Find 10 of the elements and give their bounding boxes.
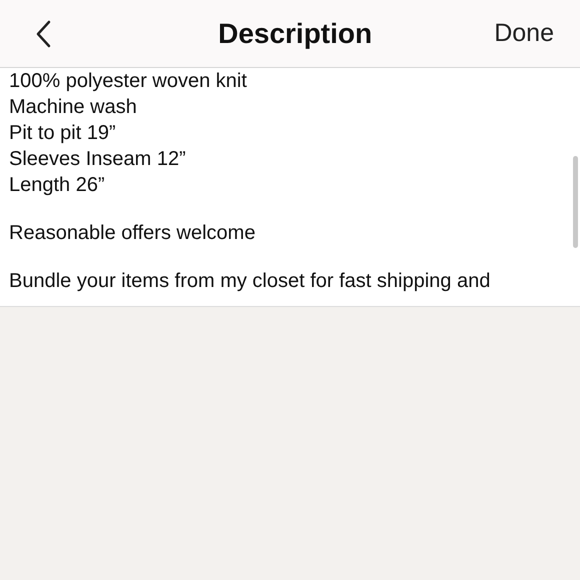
done-button[interactable]: Done bbox=[494, 14, 554, 52]
screen-title: Description bbox=[217, 16, 372, 51]
description-line: Bundle your items from my closet for fast shipping and bbox=[9, 269, 492, 294]
description-line: Sleeves Inseam 12” bbox=[9, 147, 187, 172]
description-line: Length 26” bbox=[9, 173, 106, 198]
description-line: Pit to pit 19” bbox=[9, 121, 117, 146]
back-chevron-icon bbox=[35, 20, 51, 48]
description-line: Machine wash bbox=[9, 95, 138, 120]
description-line: 100% polyester woven knit bbox=[9, 69, 248, 94]
description-line: Reasonable offers welcome bbox=[9, 221, 256, 246]
